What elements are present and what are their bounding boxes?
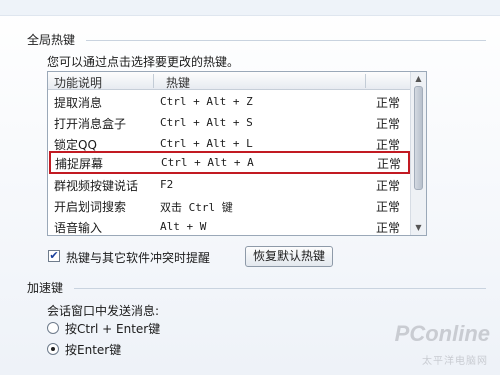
row-function: 开启划词搜索 <box>54 200 127 214</box>
scroll-up-arrow-icon[interactable]: ▲ <box>413 74 424 84</box>
settings-pane: 全局热键 您可以通过点击选择要更改的热键。 功能说明 热键 提取消息 Ctrl … <box>0 0 500 375</box>
hint-text: 您可以通过点击选择要更改的热键。 <box>47 55 240 69</box>
row-function: 提取消息 <box>54 96 103 110</box>
column-header-hotkey[interactable]: 热键 <box>166 74 190 91</box>
send-enter-radio[interactable] <box>47 343 59 355</box>
send-ctrl-enter-radio[interactable] <box>47 322 59 334</box>
hotkey-table[interactable]: 功能说明 热键 提取消息 Ctrl + Alt + Z 正常 打开消息盒子 Ct… <box>47 71 427 236</box>
row-hotkey: Ctrl + Alt + Z <box>160 95 253 108</box>
row-function: 捕捉屏幕 <box>55 157 104 171</box>
checkmark-icon: ✔ <box>49 249 59 262</box>
radio-selected-dot <box>51 347 55 351</box>
row-status: 正常 <box>376 221 401 235</box>
restore-default-hotkeys-button[interactable]: 恢复默认热键 <box>245 246 333 267</box>
row-hotkey: Ctrl + Alt + S <box>160 116 253 129</box>
table-scrollbar[interactable]: ▲ ▼ <box>410 72 426 235</box>
table-row[interactable]: 打开消息盒子 Ctrl + Alt + S 正常 <box>48 112 410 133</box>
column-header-function[interactable]: 功能说明 <box>54 74 102 91</box>
row-hotkey: F2 <box>160 178 174 191</box>
row-status: 正常 <box>376 117 401 131</box>
row-status: 正常 <box>376 179 401 193</box>
row-hotkey: Ctrl + Alt + L <box>160 137 253 150</box>
send-ctrl-enter-label[interactable]: 按Ctrl + Enter键 <box>65 320 160 337</box>
table-row[interactable]: 群视频按键说话 F2 正常 <box>48 174 410 195</box>
table-row[interactable]: 提取消息 Ctrl + Alt + Z 正常 <box>48 91 410 112</box>
row-hotkey: Ctrl + Alt + A <box>161 156 254 169</box>
row-status: 正常 <box>376 96 401 110</box>
row-status: 正常 <box>376 200 401 214</box>
watermark-brand: PConline <box>394 321 490 346</box>
table-row-selected[interactable]: 捕捉屏幕 Ctrl + Alt + A 正常 <box>49 151 410 174</box>
table-row[interactable]: 开启划词搜索 双击 Ctrl 键 正常 <box>48 195 410 216</box>
section-title-global-hotkeys: 全局热键 <box>27 33 76 47</box>
conflict-alert-label[interactable]: 热键与其它软件冲突时提醒 <box>66 249 210 266</box>
table-row[interactable]: 语音输入 Alt + W 正常 <box>48 216 410 235</box>
send-message-label: 会话窗口中发送消息: <box>47 304 160 318</box>
pconline-watermark: PConline 太平洋电脑网 <box>360 321 490 367</box>
row-hotkey: Alt + W <box>160 220 207 233</box>
scroll-down-arrow-icon[interactable]: ▼ <box>413 223 424 233</box>
scroll-thumb[interactable] <box>414 86 423 190</box>
row-function: 语音输入 <box>54 221 103 235</box>
section-divider <box>86 40 486 41</box>
watermark-subtitle: 太平洋电脑网 <box>422 356 488 367</box>
section-title-accelerator-keys: 加速键 <box>27 281 64 295</box>
row-function: 群视频按键说话 <box>54 179 139 193</box>
table-header: 功能说明 热键 <box>48 72 410 90</box>
column-separator <box>153 74 154 88</box>
top-strip <box>0 0 500 16</box>
column-separator <box>365 74 366 88</box>
row-hotkey: 双击 Ctrl 键 <box>160 201 233 214</box>
row-function: 打开消息盒子 <box>54 117 127 131</box>
send-enter-label[interactable]: 按Enter键 <box>65 341 121 358</box>
section-divider <box>74 288 486 289</box>
conflict-alert-checkbox[interactable]: ✔ <box>48 250 60 262</box>
row-status: 正常 <box>377 157 402 171</box>
